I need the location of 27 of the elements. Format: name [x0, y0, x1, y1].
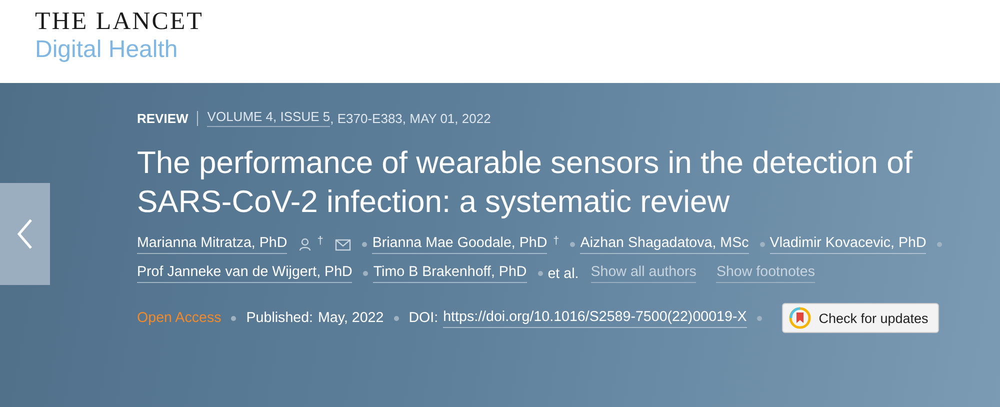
check-updates-button[interactable]: Check for updates: [782, 303, 940, 333]
author-link[interactable]: Vladimir Kovacevic, PhD: [770, 235, 926, 254]
author-link[interactable]: Aizhan Shagadatova, MSc: [580, 235, 749, 254]
author-link[interactable]: Timo B Brakenhoff, PhD: [373, 264, 527, 283]
article-title: The performance of wearable sensors in the detection of SARS-CoV-2 infection: a systematic review: [137, 144, 914, 221]
journal-section: Digital Health: [35, 36, 204, 64]
journal-name: THE LANCET: [35, 8, 204, 36]
published-label: Published:: [246, 310, 314, 326]
doi-label: DOI:: [408, 310, 438, 326]
author-link[interactable]: Brianna Mae Goodale, PhD: [372, 235, 548, 254]
author-link[interactable]: Marianna Mitratza, PhD: [137, 235, 288, 254]
footnote-mark[interactable]: †: [553, 235, 560, 247]
issue-details: , E370-E383, MAY 01, 2022: [330, 110, 491, 126]
footnote-mark[interactable]: †: [317, 235, 324, 247]
show-authors-link[interactable]: Show all authors: [590, 264, 696, 283]
bookmark-icon: [788, 307, 811, 329]
issue-link[interactable]: VOLUME 4, ISSUE 5: [207, 109, 330, 127]
chevron-left-icon: [16, 218, 34, 250]
doi-link[interactable]: https://doi.org/10.1016/S2589-7500(22)00019-X: [443, 308, 747, 328]
show-footnotes-link[interactable]: Show footnotes: [716, 264, 815, 283]
author-link[interactable]: Prof Janneke van de Wijgert, PhD: [137, 264, 352, 283]
person-icon[interactable]: [299, 238, 312, 251]
open-access-label: Open Access: [137, 310, 222, 326]
et-al-text: et al.: [548, 266, 579, 282]
published-date: May, 2022: [318, 310, 384, 326]
email-icon[interactable]: [335, 238, 352, 250]
article-type: REVIEW: [137, 110, 188, 126]
